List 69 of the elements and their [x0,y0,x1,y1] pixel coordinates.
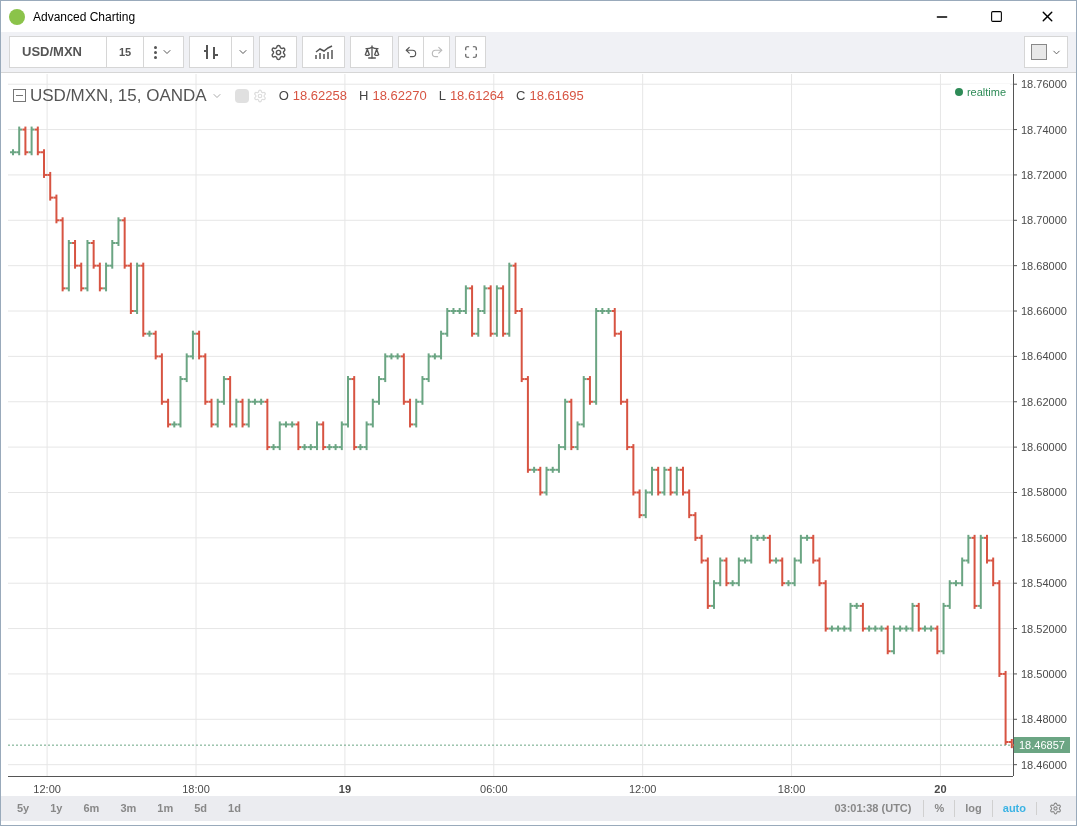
range-button[interactable]: 1y [44,800,69,817]
y-axis-label: 18.74000 [1021,123,1067,136]
legend-title: USD/MXN, 15, OANDA [30,85,207,107]
undo-icon [404,45,418,59]
ohlc-label: H [359,87,369,105]
x-axis-label: 06:00 [480,783,508,795]
scale-option-button[interactable]: auto [991,800,1036,817]
y-axis-label: 18.70000 [1021,214,1067,227]
y-axis-label: 18.72000 [1021,168,1067,181]
window-title: Advanced Charting [33,8,136,26]
ohlc-label: L [438,87,446,105]
y-axis-label: 18.46000 [1021,758,1067,771]
more-icon [154,45,157,59]
scale-option-button[interactable]: % [923,800,955,817]
settings-button[interactable] [259,36,297,68]
app-logo-icon [9,8,25,25]
more-options-button[interactable] [144,36,184,68]
fullscreen-icon [463,45,478,59]
x-axis-label: 19 [338,783,351,795]
y-axis-label: 18.66000 [1021,305,1067,317]
x-axis-label: 20 [934,783,947,795]
range-button[interactable]: 6m [77,800,106,817]
ohlc-value: 18.61264 [449,87,505,105]
fullscreen-button[interactable] [455,36,486,68]
x-axis-label: 12:00 [33,783,61,795]
y-axis-label: 18.48000 [1021,713,1067,726]
compare-button[interactable] [350,36,393,68]
y-axis-label: 18.68000 [1021,259,1067,272]
ohlc-label: O [278,87,289,105]
settings-icon[interactable] [1049,802,1062,815]
bars-icon [201,43,220,61]
maximize-icon[interactable] [990,10,1003,23]
last-price-tag: 18.46857 [1014,737,1070,754]
scale-icon [363,44,380,60]
y-axis-label: 18.58000 [1021,486,1067,499]
y-axis-label: 18.52000 [1021,622,1067,635]
interval-button[interactable]: 15 [107,36,144,68]
x-axis-label: 18:00 [182,783,210,795]
indicators-button[interactable] [302,36,345,68]
symbol-button[interactable]: USD/MXN [9,36,107,68]
x-axis-label: 12:00 [628,783,657,795]
range-button[interactable]: 5d [188,800,214,817]
ohlc-value: 18.62270 [372,87,427,105]
collapse-icon[interactable] [13,89,26,103]
y-axis-label: 18.60000 [1021,441,1067,454]
chart-type-button[interactable] [189,36,232,68]
range-button[interactable]: 5y [11,800,36,817]
color-swatch-icon [1030,44,1047,60]
undo-button[interactable] [398,36,424,68]
y-axis-label: 18.62000 [1021,395,1067,408]
color-picker-button[interactable] [1024,36,1068,68]
range-button[interactable]: 1d [222,800,247,817]
y-axis-label: 18.56000 [1021,531,1067,544]
redo-icon [429,45,444,59]
y-axis-label: 18.50000 [1021,667,1067,680]
ohlc-value: 18.62258 [292,87,347,105]
scale-option-button[interactable]: log [954,800,992,817]
chart-icon [313,45,334,59]
x-axis-label: 18:00 [777,783,806,795]
ohlc-value: 18.61695 [529,87,584,105]
clock-label: 03:01:38 (UTC) [834,801,912,817]
y-axis-label: 18.54000 [1021,577,1067,590]
settings-icon [269,43,287,61]
y-axis-label: 18.76000 [1021,78,1067,91]
range-button[interactable]: 1m [151,800,180,817]
range-button[interactable]: 3m [114,800,143,817]
y-axis-label: 18.64000 [1021,350,1067,363]
realtime-status: realtime [966,85,1006,100]
ohlc-label: C [516,87,526,105]
